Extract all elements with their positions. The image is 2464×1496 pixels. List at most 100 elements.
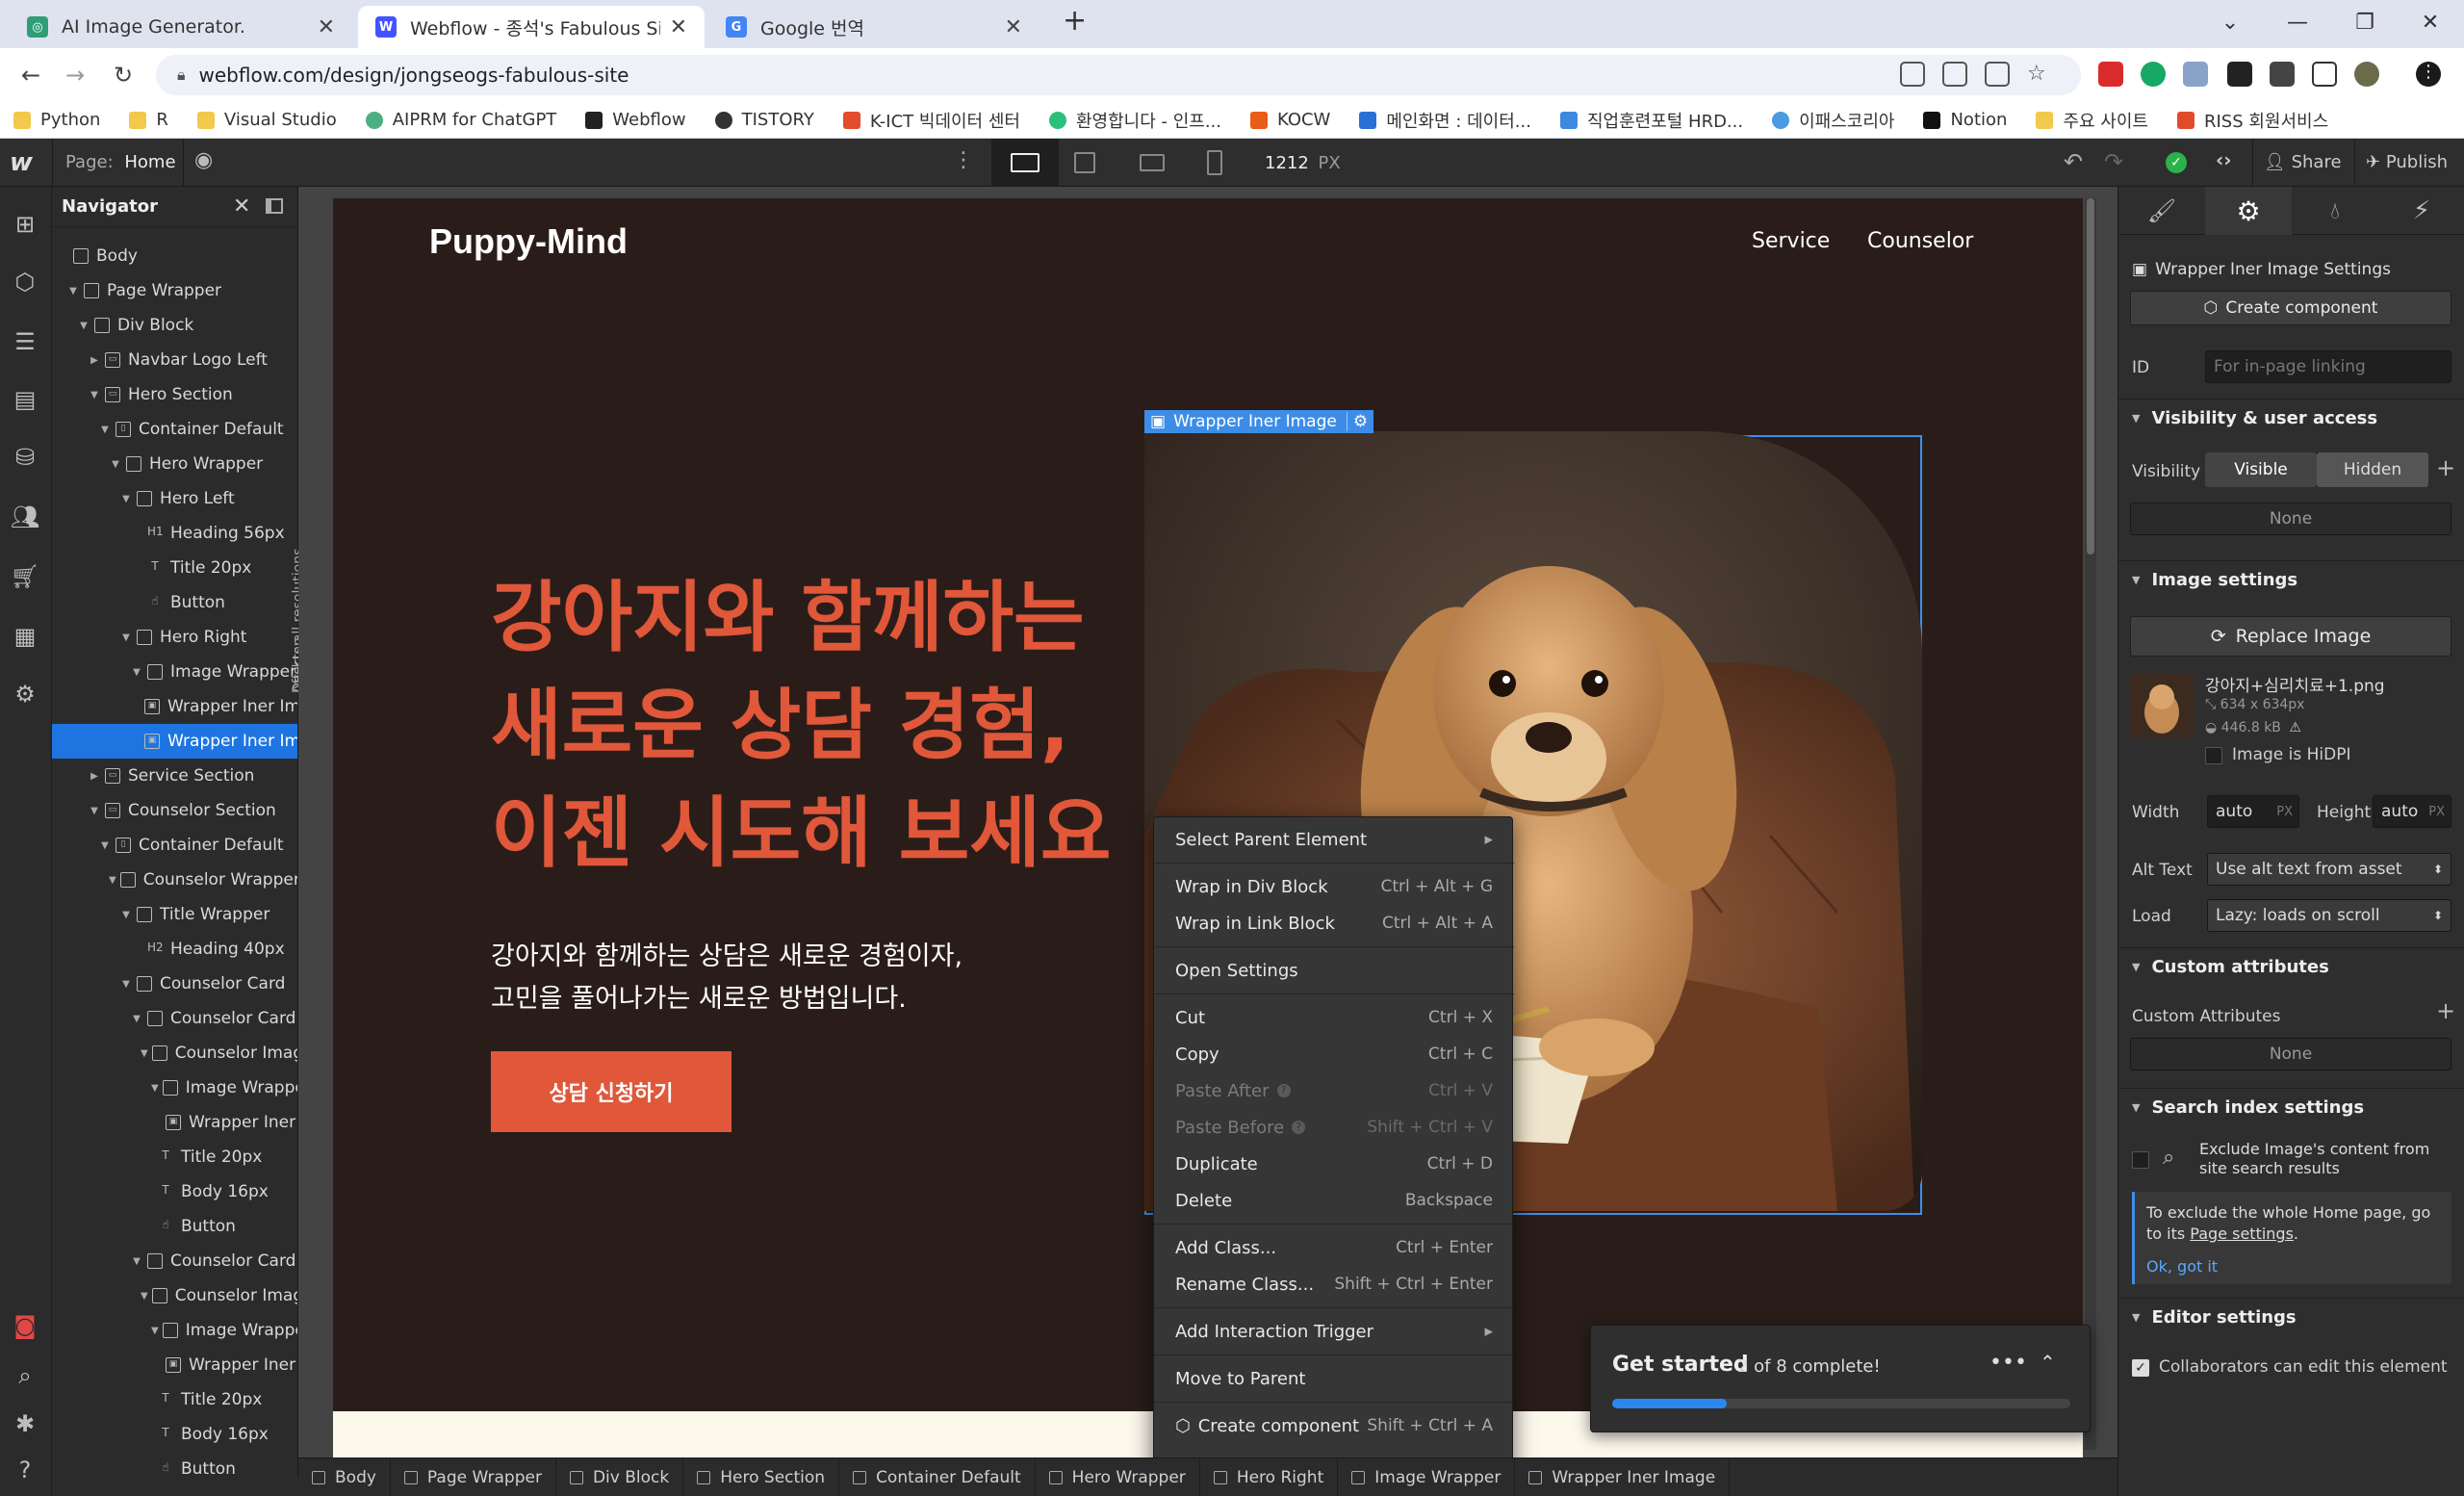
- interactions-bolt-icon[interactable]: ⚡︎: [2378, 187, 2464, 235]
- breadcrumb-item[interactable]: Page Wrapper: [391, 1457, 556, 1496]
- navigator-item[interactable]: T Title 20px: [52, 1382, 297, 1417]
- hidden-option[interactable]: Hidden: [2317, 452, 2428, 487]
- help-icon[interactable]: ?: [1276, 1084, 1291, 1097]
- caret-down-icon[interactable]: ▼: [119, 632, 133, 643]
- bookmark-kocw[interactable]: KOCW: [1250, 110, 1330, 130]
- cta-button[interactable]: 상담 신청하기: [491, 1051, 732, 1132]
- bookmark-notion[interactable]: Notion: [1923, 110, 2007, 130]
- brand-logo[interactable]: Puppy-Mind: [429, 221, 628, 262]
- breadcrumb-item[interactable]: Div Block: [556, 1457, 684, 1496]
- assets-icon[interactable]: ▦: [11, 622, 39, 651]
- mobile-landscape-icon[interactable]: [1140, 154, 1165, 171]
- replace-image-button[interactable]: ⟳ Replace Image: [2130, 616, 2451, 657]
- navigator-item[interactable]: ▼ Counselor Image: [52, 1278, 297, 1313]
- bookmark-star-icon[interactable]: ☆: [2027, 62, 2052, 87]
- bookmark-data[interactable]: 메인화면 : 데이터...: [1359, 108, 1531, 133]
- share-button[interactable]: 👤︎ Share: [2264, 152, 2342, 172]
- breakpoint-desktop-button[interactable]: [991, 139, 1059, 187]
- menu-item[interactable]: Copy Ctrl + C: [1154, 1036, 1514, 1072]
- caret-down-icon[interactable]: ▼: [98, 425, 112, 435]
- navigator-item[interactable]: H1 Heading 56px: [52, 516, 297, 551]
- caret-down-icon[interactable]: ▼: [130, 667, 143, 678]
- caret-down-icon[interactable]: ▼: [119, 494, 133, 504]
- navigator-item[interactable]: ▼ Counselor Image: [52, 1036, 297, 1070]
- collaborators-checkbox[interactable]: ✓: [2132, 1359, 2149, 1377]
- forward-arrow-icon[interactable]: →: [60, 60, 90, 90]
- sidebar-icon[interactable]: [2312, 62, 2337, 87]
- navigator-item[interactable]: ☝ Button: [52, 1209, 297, 1244]
- caret-down-icon[interactable]: ▼: [141, 1291, 148, 1302]
- puzzle-icon[interactable]: [2270, 62, 2295, 87]
- record-icon[interactable]: ◙: [11, 1311, 39, 1340]
- navigator-item[interactable]: ☝ Button: [52, 1452, 297, 1477]
- navigator-item[interactable]: ▼ Hero Left: [52, 481, 297, 516]
- webflow-logo-icon[interactable]: w: [10, 148, 33, 177]
- bookmark-python[interactable]: Python: [13, 110, 100, 130]
- caret-down-icon[interactable]: ▼: [151, 1083, 159, 1094]
- install-icon[interactable]: [1900, 62, 1925, 87]
- settings-gear-icon[interactable]: ⚙: [2205, 187, 2292, 235]
- caret-down-icon[interactable]: ▼: [151, 1326, 159, 1336]
- navigator-item[interactable]: ▼ ▭ Counselor Section: [52, 793, 297, 828]
- menu-item[interactable]: Open Settings: [1154, 952, 1514, 989]
- bookmark-k-ict[interactable]: K-ICT 빅데이터 센터: [842, 108, 1020, 133]
- style-brush-icon[interactable]: 🖌︎: [2118, 187, 2205, 235]
- new-tab-button[interactable]: +: [1063, 4, 1087, 38]
- get-started-panel[interactable]: Get started 2 of 8 complete! ••• ⌃: [1590, 1325, 2091, 1432]
- breadcrumb-item[interactable]: Hero Section: [683, 1457, 840, 1496]
- navigator-item[interactable]: ▼ Counselor Wrapper: [52, 863, 297, 897]
- check-status-icon[interactable]: ✓: [2166, 152, 2187, 173]
- code-icon[interactable]: ‹›: [2216, 148, 2231, 171]
- navigator-item[interactable]: ▼ ▯ Container Default: [52, 412, 297, 447]
- section-image-settings[interactable]: ▼ Image settings: [2118, 560, 2464, 599]
- navigator-item[interactable]: Body: [52, 239, 297, 273]
- navigator-item[interactable]: T Title 20px: [52, 1140, 297, 1174]
- navigator-item[interactable]: ▼ Image Wrapper: [52, 1313, 297, 1348]
- caret-down-icon[interactable]: ▼: [130, 1014, 143, 1024]
- minimize-button[interactable]: —: [2264, 0, 2331, 44]
- menu-item[interactable]: Select Parent Element ▸: [1154, 821, 1514, 858]
- menu-kebab-icon[interactable]: ⋮: [2416, 62, 2441, 87]
- navigator-item[interactable]: ▣ Wrapper Iner Image: [52, 689, 297, 724]
- share-page-icon[interactable]: [1985, 62, 2010, 87]
- close-icon[interactable]: ✕: [1005, 15, 1022, 39]
- navigator-item[interactable]: ▶ ▭ Service Section: [52, 759, 297, 793]
- restore-button[interactable]: ❐: [2331, 0, 2399, 44]
- browser-tab-ai-image[interactable]: ◎ AI Image Generator. ✕: [10, 6, 352, 48]
- mobile-portrait-icon[interactable]: [1207, 150, 1222, 175]
- close-icon[interactable]: ✕: [670, 15, 687, 39]
- search-icon[interactable]: ⌕: [11, 1361, 39, 1390]
- navigator-item[interactable]: ▼ Counselor Card: [52, 967, 297, 1001]
- add-icon[interactable]: +: [2436, 454, 2455, 481]
- menu-item[interactable]: Move to Parent: [1154, 1360, 1514, 1397]
- reload-icon[interactable]: ↻: [108, 60, 139, 90]
- caret-down-icon[interactable]: ▼: [109, 875, 116, 886]
- back-arrow-icon[interactable]: ←: [15, 60, 46, 90]
- section-visibility[interactable]: ▼ Visibility & user access: [2118, 399, 2464, 437]
- add-icon[interactable]: +: [2436, 997, 2455, 1024]
- menu-item[interactable]: Delete Backspace: [1154, 1182, 1514, 1219]
- menu-item[interactable]: ⬡ Create component Shift + Ctrl + A: [1154, 1407, 1514, 1444]
- navigator-item[interactable]: ▼ Image Wrapper: [52, 655, 297, 689]
- caret-down-icon[interactable]: ▼: [130, 1256, 143, 1267]
- navigator-item[interactable]: ▣ Wrapper Iner Image: [52, 724, 297, 759]
- navigator-icon[interactable]: ☰: [11, 327, 39, 356]
- image-thumbnail[interactable]: [2130, 674, 2194, 737]
- publish-button[interactable]: ✈︎ Publish: [2366, 152, 2448, 172]
- cms-icon[interactable]: ⛁: [11, 443, 39, 472]
- navigator-item[interactable]: T Body 16px: [52, 1417, 297, 1452]
- canvas-scrollbar[interactable]: [2085, 198, 2096, 1450]
- caret-down-icon[interactable]: ▼: [119, 979, 133, 990]
- navigator-item[interactable]: ▼ Hero Wrapper: [52, 447, 297, 481]
- section-editor-settings[interactable]: ▼ Editor settings: [2118, 1298, 2464, 1336]
- pages-icon[interactable]: ▤: [11, 385, 39, 414]
- bookmark-riss[interactable]: RISS 회원서비스: [2176, 108, 2328, 133]
- breadcrumb-item[interactable]: Container Default: [839, 1457, 1036, 1496]
- caret-right-icon[interactable]: ▶: [88, 355, 101, 366]
- height-input[interactable]: auto PX: [2373, 795, 2451, 828]
- menu-item[interactable]: Cut Ctrl + X: [1154, 999, 1514, 1036]
- caret-down-icon[interactable]: ▼: [119, 910, 133, 920]
- navigator-item[interactable]: ▼ ▭ Hero Section: [52, 377, 297, 412]
- breadcrumb-item[interactable]: Body: [298, 1457, 391, 1496]
- section-search-index[interactable]: ▼ Search index settings: [2118, 1088, 2464, 1126]
